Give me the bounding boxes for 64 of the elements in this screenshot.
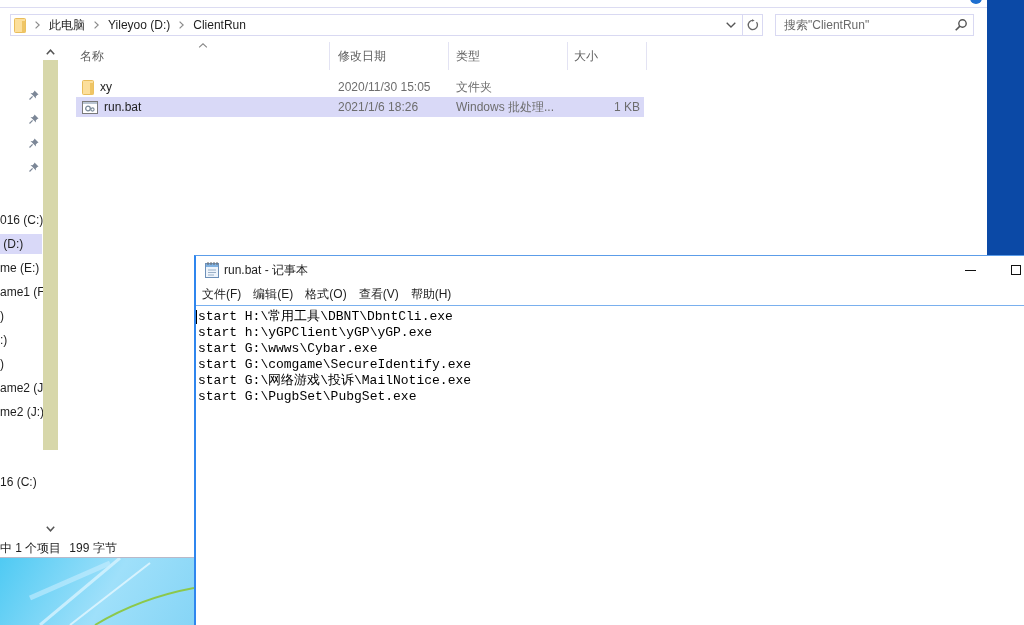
nav-item[interactable]: ame2 (J <box>0 378 42 398</box>
refresh-icon <box>746 19 759 31</box>
file-row[interactable]: run.bat 2021/1/6 18:26 Windows 批处理... 1 KB <box>76 97 644 117</box>
file-name: xy <box>100 80 112 94</box>
menu-item[interactable]: 格式(O) <box>299 286 353 303</box>
menu-item[interactable]: 查看(V) <box>352 286 405 303</box>
nav-item[interactable]: 016 (C:) <box>0 210 42 230</box>
notepad-icon <box>205 262 219 278</box>
text-line: start H:\常用工具\DBNT\DbntCli.exe <box>198 309 453 324</box>
chevron-icon <box>179 21 185 29</box>
menu-item[interactable]: 帮助(H) <box>404 286 458 303</box>
modified-date: 2021/1/6 18:26 <box>338 100 419 114</box>
modified-date: 2020/11/30 15:05 <box>338 80 431 94</box>
column-header[interactable]: 修改日期 <box>330 42 449 70</box>
maximize-icon[interactable] <box>1011 265 1021 275</box>
breadcrumb-item[interactable]: ClientRun <box>193 18 246 32</box>
nav-item[interactable]: (D:) <box>0 234 42 254</box>
text-line: start h:\yGPClient\yGP\yGP.exe <box>198 325 433 340</box>
minimize-icon[interactable] <box>965 269 976 271</box>
menu-item[interactable]: 文件(F) <box>196 286 248 303</box>
breadcrumb-item[interactable]: 此电脑 <box>49 16 85 34</box>
file-row[interactable]: xy 2020/11/30 15:05 文件夹 <box>76 77 644 97</box>
column-header[interactable]: 名称 <box>76 42 330 70</box>
scroll-up-icon[interactable] <box>45 49 55 55</box>
file-type: Windows 批处理... <box>456 99 554 114</box>
nav-item[interactable]: me (E:) <box>0 258 42 278</box>
text-line: start G:\wwws\Cybar.exe <box>198 341 378 356</box>
file-name: run.bat <box>104 100 142 114</box>
window-title: run.bat - 记事本 <box>224 261 309 279</box>
file-size: 1 KB <box>614 100 640 114</box>
scrollbar-thumb[interactable] <box>42 60 58 450</box>
pin-icon[interactable] <box>29 90 39 100</box>
refresh-button[interactable] <box>743 14 763 36</box>
scroll-down-icon[interactable] <box>45 526 55 532</box>
pin-icon[interactable] <box>29 162 39 172</box>
column-header[interactable]: 大小 <box>568 42 647 70</box>
address-bar[interactable]: 此电脑 Yileyoo (D:) ClientRun <box>10 14 743 36</box>
breadcrumb-item[interactable]: Yileyoo (D:) <box>108 18 171 32</box>
text-cursor-icon <box>196 310 197 324</box>
nav-item[interactable]: ) <box>0 306 42 326</box>
nav-item[interactable]: me2 (J:) <box>0 402 42 422</box>
pin-icon[interactable] <box>29 114 39 124</box>
chevron-down-icon[interactable] <box>726 22 736 28</box>
nav-item[interactable]: :) <box>0 330 42 350</box>
file-type: 文件夹 <box>456 79 492 94</box>
gears-file-icon <box>82 100 98 114</box>
text-line: start G:\comgame\SecureIdentify.exe <box>198 357 472 372</box>
nav-item[interactable]: 16 (C:) <box>0 472 42 492</box>
column-header[interactable]: 类型 <box>449 42 568 70</box>
text-line: start G:\网络游戏\投诉\MailNotice.exe <box>198 373 472 388</box>
folder-icon <box>14 17 26 33</box>
text-editor[interactable]: start H:\常用工具\DBNT\DbntCli.exe start h:\yGPClient\yGP\yGP.exe start G:\wwws\Cybar.exe start G:\comgame\SecureIdentify.exe start G:\网络游戏\投诉\MailNotice.exe start G:\PugbSet\PubgSet.exe <box>196 305 1024 625</box>
menu-item[interactable]: 编辑(E) <box>247 286 300 303</box>
chevron-icon <box>94 21 99 29</box>
text-line: start G:\PugbSet\PubgSet.exe <box>198 389 417 404</box>
sort-caret-icon <box>198 43 207 48</box>
folder-icon <box>82 79 94 95</box>
status-text: 199 字节 <box>69 539 117 557</box>
pin-icon[interactable] <box>29 138 39 148</box>
status-text: 中 1 个项目 <box>0 539 62 557</box>
search-icon[interactable] <box>955 19 967 31</box>
chevron-icon <box>35 21 40 29</box>
nav-item[interactable]: ) <box>0 354 42 374</box>
search-field[interactable]: 搜索"ClientRun" <box>775 14 974 36</box>
